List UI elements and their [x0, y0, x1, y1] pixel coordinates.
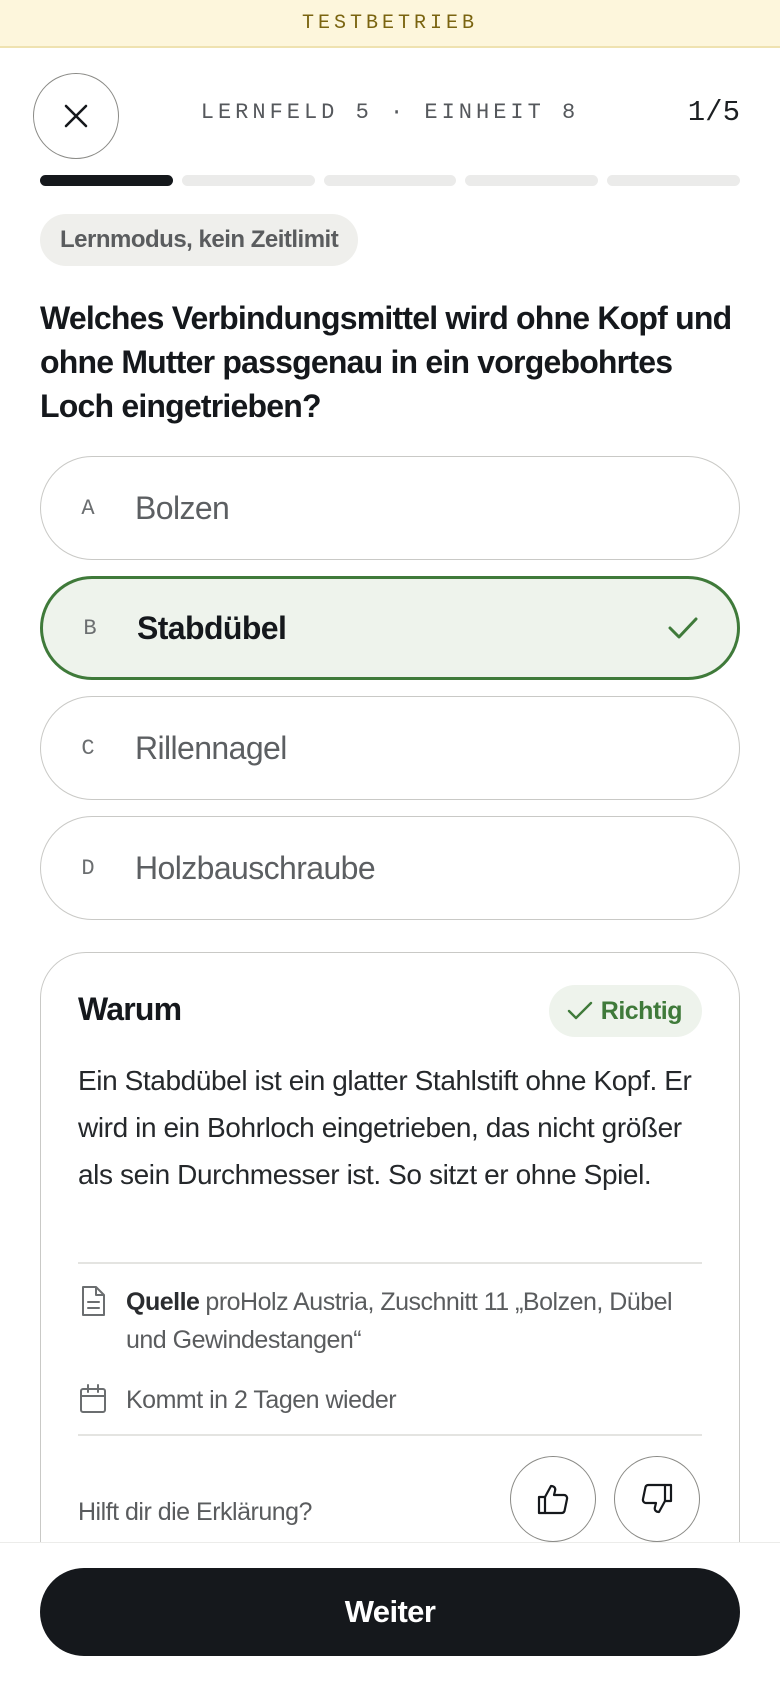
- answer-option-c[interactable]: C Rillennagel: [40, 696, 740, 800]
- divider: [78, 1434, 702, 1436]
- check-icon: [668, 617, 698, 639]
- thumbs-down-button[interactable]: [614, 1456, 700, 1542]
- correct-badge-label: Richtig: [600, 996, 683, 1025]
- continue-button[interactable]: Weiter: [40, 1568, 740, 1656]
- answer-option-a[interactable]: A Bolzen: [40, 456, 740, 560]
- progress-segment: [465, 175, 599, 186]
- option-letter: C: [81, 735, 95, 761]
- check-icon: [567, 1001, 592, 1020]
- correct-badge: Richtig: [548, 985, 702, 1037]
- option-label: Holzbauschraube: [135, 849, 376, 886]
- progress-segment: [607, 175, 740, 186]
- progress-segment-complete: [40, 175, 173, 186]
- option-label: Stabdübel: [137, 609, 287, 646]
- unit-label: LERNFELD 5 · EINHEIT 8: [200, 100, 580, 125]
- option-label: Rillennagel: [135, 729, 287, 766]
- thumbs-down-icon: [641, 1483, 673, 1514]
- review-row: Kommt in 2 Tagen wieder: [78, 1381, 708, 1419]
- progress-segment: [323, 175, 457, 186]
- source-text: proHolz Austria, Zuschnitt 11 „Bolzen, D…: [126, 1288, 673, 1354]
- bottom-action-bar: Weiter: [0, 1542, 780, 1688]
- mode-pill: Lernmodus, kein Zeitlimit: [40, 214, 359, 266]
- explanation-title: Warum: [78, 991, 182, 1027]
- progress-segment: [181, 175, 315, 186]
- question-text: Welches Verbindungsmittel wird ohne Kopf…: [40, 300, 732, 424]
- test-mode-banner-text: TESTBETRIEB: [301, 11, 479, 35]
- progress-counter: 1/5: [687, 96, 740, 129]
- close-icon: [64, 104, 88, 128]
- feedback-question: Hilft dir die Erklärung?: [78, 1498, 312, 1526]
- quiz-screen: TESTBETRIEB LERNFELD 5 · EINHEIT 8 1/5 L…: [0, 0, 780, 1688]
- close-button[interactable]: [33, 73, 119, 159]
- thumbs-up-button[interactable]: [510, 1456, 596, 1542]
- explanation-text: Ein Stabdübel ist ein glatter Stahlstift…: [78, 1065, 692, 1190]
- review-text: Kommt in 2 Tagen wieder: [126, 1386, 397, 1414]
- divider: [78, 1262, 702, 1264]
- option-letter: B: [83, 615, 97, 641]
- calendar-icon: [80, 1384, 106, 1413]
- option-letter: D: [81, 855, 95, 881]
- source-row: Quelle proHolz Austria, Zuschnitt 11 „Bol…: [78, 1283, 708, 1359]
- answer-option-d[interactable]: D Holzbauschraube: [40, 816, 740, 920]
- test-mode-banner: TESTBETRIEB: [0, 0, 780, 48]
- document-icon: [82, 1286, 105, 1316]
- progress-bar: [40, 175, 740, 186]
- source-label: Quelle: [126, 1288, 200, 1316]
- option-label: Bolzen: [135, 489, 230, 526]
- option-letter: A: [81, 495, 95, 521]
- thumbs-up-icon: [537, 1484, 569, 1515]
- answer-option-b[interactable]: B Stabdübel: [40, 576, 740, 680]
